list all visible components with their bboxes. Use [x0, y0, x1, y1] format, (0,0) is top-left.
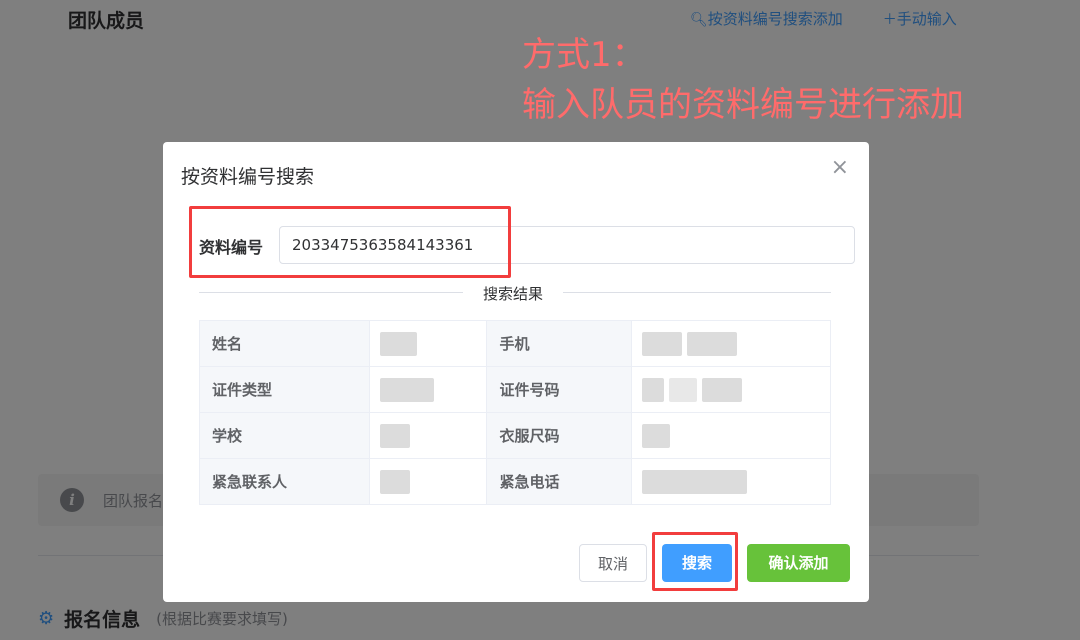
annotation-line1: 方式1： — [522, 35, 646, 75]
redacted-value — [379, 469, 410, 494]
redacted-value — [686, 331, 737, 356]
highlight-box-input — [189, 206, 511, 278]
table-row: 证件类型 证件号码 — [199, 366, 831, 413]
tutorial-annotation: 方式1： 输入队员的资料编号进行添加 — [522, 30, 964, 130]
value-school — [368, 412, 488, 459]
redacted-value — [642, 377, 665, 402]
table-row: 学校 衣服尺码 — [199, 412, 831, 459]
highlight-box-search — [652, 532, 738, 591]
table-row: 紧急联系人 紧急电话 — [199, 458, 831, 505]
search-dialog: 按资料编号搜索 × 资料编号 搜索结果 姓名 手机 证件类型 证件号码 学校 衣… — [163, 142, 869, 602]
label-emergency-contact: 紧急联系人 — [199, 458, 370, 505]
result-title: 搜索结果 — [463, 283, 564, 304]
value-emergency-contact — [368, 458, 488, 505]
redacted-value — [642, 331, 683, 356]
cancel-button[interactable]: 取消 — [579, 544, 647, 582]
dialog-title: 按资料编号搜索 — [181, 166, 315, 188]
value-id-type — [368, 366, 488, 413]
table-row: 姓名 手机 — [199, 320, 831, 367]
label-phone: 手机 — [486, 320, 633, 367]
value-emergency-phone — [631, 458, 831, 505]
redacted-value — [379, 377, 434, 402]
label-id-number: 证件号码 — [486, 366, 633, 413]
redacted-value — [642, 423, 671, 448]
redacted-value — [668, 377, 697, 402]
label-id-type: 证件类型 — [199, 366, 370, 413]
confirm-add-button[interactable]: 确认添加 — [747, 544, 850, 582]
redacted-value — [642, 469, 748, 494]
label-name: 姓名 — [199, 320, 370, 367]
close-icon[interactable]: × — [831, 156, 849, 180]
annotation-line2: 输入队员的资料编号进行添加 — [522, 85, 964, 125]
redacted-value — [379, 331, 417, 356]
label-emergency-phone: 紧急电话 — [486, 458, 633, 505]
label-size: 衣服尺码 — [486, 412, 633, 459]
value-id-number — [631, 366, 831, 413]
label-school: 学校 — [199, 412, 370, 459]
redacted-value — [379, 423, 410, 448]
result-table: 姓名 手机 证件类型 证件号码 学校 衣服尺码 紧急联系人 紧急电话 — [199, 320, 831, 505]
value-phone — [631, 320, 831, 367]
redacted-value — [701, 377, 742, 402]
value-size — [631, 412, 831, 459]
value-name — [368, 320, 488, 367]
